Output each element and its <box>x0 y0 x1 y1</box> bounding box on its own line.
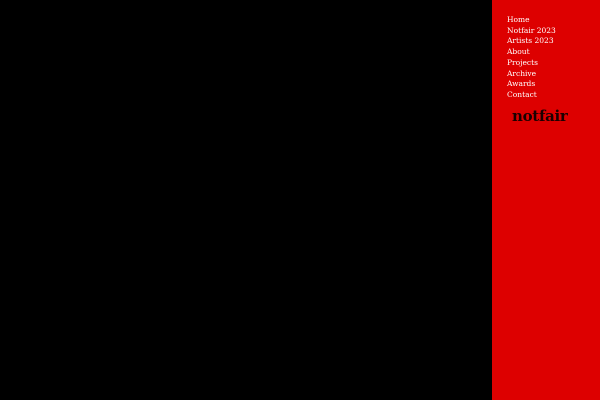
page: Home Notfair 2023 Artists 2023 About Pro… <box>0 0 600 400</box>
nav-item-contact[interactable]: Contact <box>507 90 600 101</box>
nav-item-projects[interactable]: Projects <box>507 58 600 69</box>
nav-item-artists-2023[interactable]: Artists 2023 <box>507 36 600 47</box>
sidebar: Home Notfair 2023 Artists 2023 About Pro… <box>492 0 600 400</box>
notfair-logo[interactable]: notfair <box>512 107 600 125</box>
nav-item-awards[interactable]: Awards <box>507 79 600 90</box>
main-content-area <box>0 0 492 400</box>
nav-item-home[interactable]: Home <box>507 15 600 26</box>
nav-item-about[interactable]: About <box>507 47 600 58</box>
nav-item-notfair-2023[interactable]: Notfair 2023 <box>507 26 600 37</box>
nav-menu: Home Notfair 2023 Artists 2023 About Pro… <box>507 15 600 101</box>
nav-item-archive[interactable]: Archive <box>507 69 600 80</box>
